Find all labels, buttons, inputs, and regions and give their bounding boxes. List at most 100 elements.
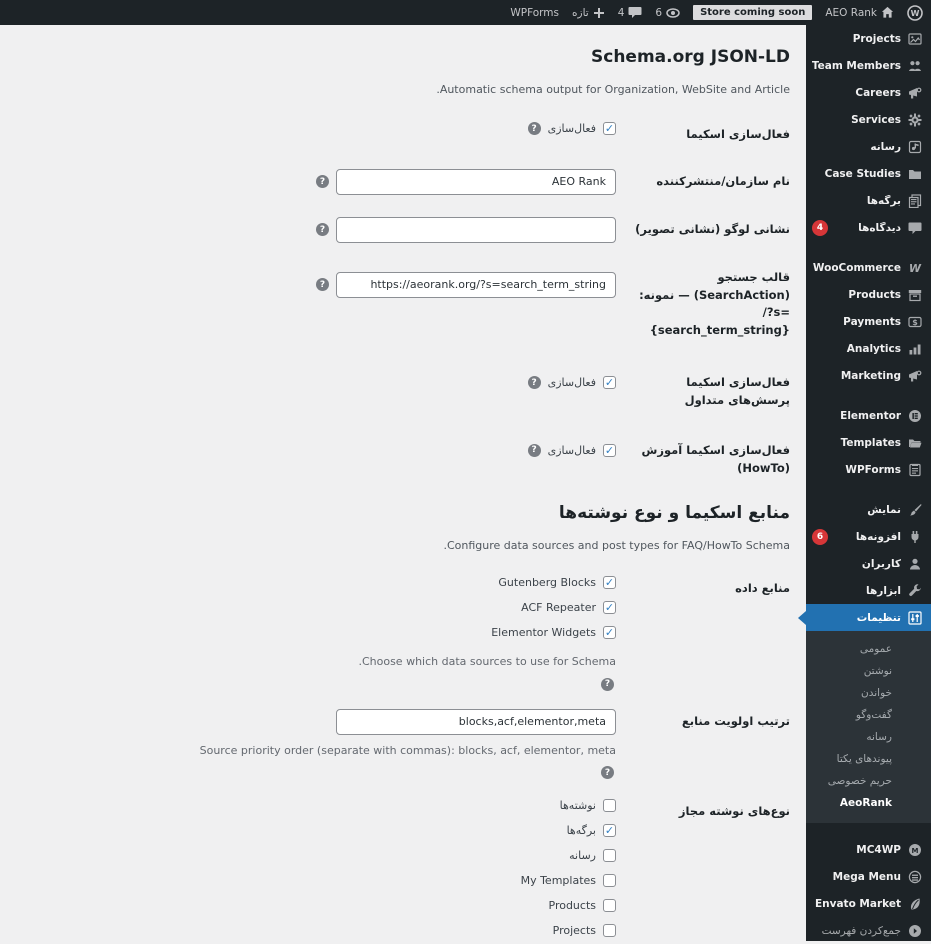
post-type-products-checkbox[interactable]: [603, 899, 616, 912]
sources-section-title: منابع اسکیما و نوع نوشته‌ها: [20, 503, 790, 523]
media-icon: [908, 140, 922, 154]
submenu-item-privacy[interactable]: حریم خصوصی: [806, 770, 931, 792]
enable-faq-checkbox[interactable]: [603, 376, 616, 389]
logo-url-input[interactable]: [336, 217, 616, 243]
woocommerce-icon: W: [908, 261, 922, 275]
comments-count: 4: [618, 7, 625, 19]
submenu-item-media[interactable]: رسانه: [806, 726, 931, 748]
form-row-enable-howto: فعال‌سازی اسکیما آموزش (HowTo) فعال‌سازی: [20, 438, 790, 478]
submenu-item-permalinks[interactable]: پیوندهای یکتا: [806, 748, 931, 770]
sidebar-item-careers[interactable]: Careers: [806, 79, 931, 106]
sidebar-item-label: Elementor: [812, 410, 901, 422]
field-description: Choose which data sources to use for Sch…: [358, 654, 616, 671]
help-icon[interactable]: [316, 175, 329, 188]
sidebar-item-mc4wp[interactable]: M MC4WP: [806, 836, 931, 863]
sidebar-item-marketing[interactable]: Marketing: [806, 362, 931, 389]
sidebar-item-label: نمایش: [812, 504, 901, 516]
sidebar-item-label: MC4WP: [812, 844, 901, 856]
comments-indicator[interactable]: 4: [618, 6, 643, 19]
sidebar-item-users[interactable]: کاربران: [806, 550, 931, 577]
post-type-projects-checkbox[interactable]: [603, 924, 616, 937]
groups-icon: [908, 59, 922, 73]
help-icon[interactable]: [316, 223, 329, 236]
wordpress-logo[interactable]: W: [907, 5, 923, 21]
wpforms-menu[interactable]: WPForms: [510, 7, 559, 19]
search-template-input[interactable]: [336, 272, 616, 298]
form-row-logo-url: نشانی لوگو (نشانی تصویر): [20, 217, 790, 243]
post-type-media-checkbox[interactable]: [603, 849, 616, 862]
sidebar-item-payments[interactable]: $ Payments: [806, 308, 931, 335]
admin-bar: W AEO Rank Store coming soon 6 4 تازه WP…: [0, 0, 931, 25]
sidebar-item-tools[interactable]: ابزارها: [806, 577, 931, 604]
menu-separator: [806, 241, 931, 254]
settings-page-content: Schema.org JSON-LD Automatic schema outp…: [0, 25, 806, 941]
enable-howto-checkbox[interactable]: [603, 444, 616, 457]
elementor-icon: [908, 409, 922, 423]
org-name-input[interactable]: [336, 169, 616, 195]
pages-icon: [908, 194, 922, 208]
new-content-menu[interactable]: تازه: [572, 7, 605, 19]
post-type-posts-checkbox[interactable]: [603, 799, 616, 812]
help-icon[interactable]: [528, 444, 541, 457]
sidebar-item-woocommerce[interactable]: W WooCommerce: [806, 254, 931, 281]
post-type-pages-checkbox[interactable]: [603, 824, 616, 837]
checkbox-label: فعال‌سازی: [548, 376, 596, 389]
sidebar-item-templates[interactable]: Templates: [806, 429, 931, 456]
submenu-item-reading[interactable]: خواندن: [806, 682, 931, 704]
sidebar-item-settings[interactable]: تنظیمات: [806, 604, 931, 631]
mc4wp-icon: M: [908, 843, 922, 857]
elementor-widgets-checkbox[interactable]: [603, 626, 616, 639]
svg-text:W: W: [909, 262, 922, 275]
checkbox-label: رسانه: [569, 849, 596, 862]
sidebar-item-appearance[interactable]: نمایش: [806, 496, 931, 523]
sidebar-item-team-members[interactable]: Team Members: [806, 52, 931, 79]
submenu-item-writing[interactable]: نوشتن: [806, 660, 931, 682]
gutenberg-blocks-checkbox[interactable]: [603, 576, 616, 589]
sidebar-item-plugins[interactable]: افزونه‌ها 6: [806, 523, 931, 550]
sidebar-item-label: Analytics: [812, 343, 901, 355]
checkbox-label: فعال‌سازی: [548, 122, 596, 135]
acf-repeater-checkbox[interactable]: [603, 601, 616, 614]
updates-indicator[interactable]: 6: [655, 6, 680, 20]
help-icon[interactable]: [601, 766, 614, 779]
sidebar-item-analytics[interactable]: Analytics: [806, 335, 931, 362]
comments-pending-badge: 4: [812, 220, 828, 236]
sources-section-subtitle: Configure data sources and post types fo…: [20, 539, 790, 552]
sidebar-item-case-studies[interactable]: Case Studies: [806, 160, 931, 187]
sidebar-item-media[interactable]: رسانه: [806, 133, 931, 160]
sidebar-item-envato-market[interactable]: Envato Market: [806, 890, 931, 917]
sidebar-item-projects[interactable]: Projects: [806, 25, 931, 52]
checkbox-label: نوشته‌ها: [560, 799, 596, 812]
settings-submenu: عمومی نوشتن خواندن گفت‌وگو رسانه پیوندها…: [806, 631, 931, 823]
submenu-item-general[interactable]: عمومی: [806, 638, 931, 660]
priority-input[interactable]: [336, 709, 616, 735]
store-coming-soon-badge[interactable]: Store coming soon: [693, 5, 812, 20]
sidebar-item-products[interactable]: Products: [806, 281, 931, 308]
plugin-icon: [908, 530, 922, 544]
mega-menu-icon: [908, 870, 922, 884]
checkbox-label: ACF Repeater: [521, 601, 596, 614]
submenu-item-discussion[interactable]: گفت‌وگو: [806, 704, 931, 726]
help-icon[interactable]: [528, 122, 541, 135]
sidebar-item-mega-menu[interactable]: Mega Menu: [806, 863, 931, 890]
help-icon[interactable]: [316, 278, 329, 291]
enable-schema-checkbox[interactable]: [603, 122, 616, 135]
help-icon[interactable]: [601, 678, 614, 691]
sidebar-item-pages[interactable]: برگه‌ها: [806, 187, 931, 214]
collapse-menu-button[interactable]: جمع‌کردن فهرست: [806, 917, 931, 944]
submenu-item-aeorank[interactable]: AeoRank: [806, 792, 931, 814]
help-icon[interactable]: [528, 376, 541, 389]
sidebar-item-label: WooCommerce: [812, 262, 901, 274]
bar-chart-icon: [908, 342, 922, 356]
form-row-data-sources: منابع داده Gutenberg Blocks ACF Repeater…: [20, 576, 790, 691]
sidebar-item-elementor[interactable]: Elementor: [806, 402, 931, 429]
sidebar-item-wpforms[interactable]: WPForms: [806, 456, 931, 483]
sidebar-item-label: Projects: [812, 33, 901, 45]
site-link[interactable]: AEO Rank: [825, 6, 894, 19]
checkbox-label: Gutenberg Blocks: [498, 576, 596, 589]
sidebar-item-services[interactable]: Services: [806, 106, 931, 133]
post-type-my-templates-checkbox[interactable]: [603, 874, 616, 887]
image-icon: [908, 32, 922, 46]
sidebar-item-comments[interactable]: دیدگاه‌ها 4: [806, 214, 931, 241]
settings-sliders-icon: [908, 611, 922, 625]
